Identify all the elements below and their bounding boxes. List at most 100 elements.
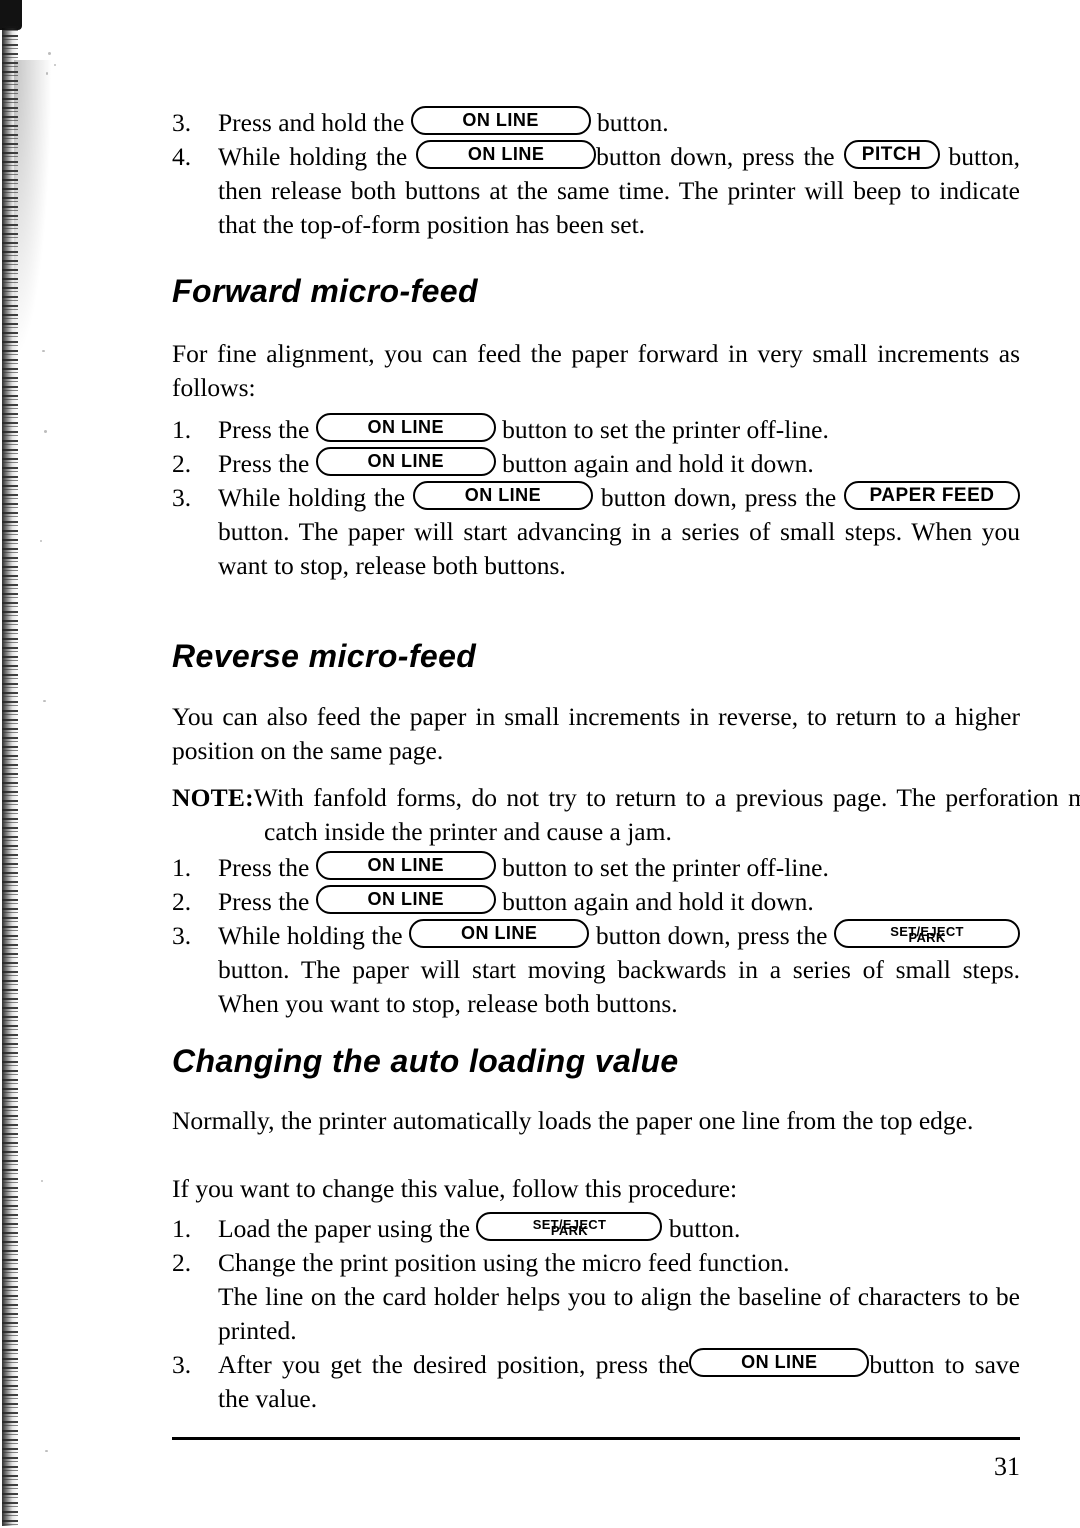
list-item-text: button again and hold it down. — [502, 887, 814, 916]
list-item: 3. After you get the desired position, p… — [172, 1348, 1020, 1416]
scan-fleck-artifact — [41, 1180, 43, 1182]
list-item-text: Press the — [218, 415, 310, 444]
scan-edge-shadow-artifact — [14, 60, 52, 360]
list-item-body: Press the ON LINE button again and hold … — [218, 885, 1020, 919]
on-line-key-button[interactable]: ON LINE — [416, 140, 597, 169]
list-item-body: After you get the desired position, pres… — [218, 1348, 1020, 1416]
pitch-key-button[interactable]: PITCH — [843, 140, 940, 169]
list-item-number: 2. — [172, 449, 192, 478]
list-item-text: button. The paper will start moving back… — [218, 955, 1020, 1018]
list-item-number: 3. — [172, 1350, 192, 1379]
on-line-key-label: ON LINE — [462, 110, 539, 130]
on-line-key-label: ON LINE — [460, 923, 538, 943]
set-eject-park-key-button[interactable]: SET/EJECT PARK — [476, 1212, 663, 1241]
list-item-text: While holding the — [218, 142, 408, 171]
list-item: 1. Press the ON LINE button to set the p… — [172, 413, 1020, 447]
list-item-text: While holding the — [218, 483, 406, 512]
pitch-key-label: PITCH — [861, 144, 922, 165]
on-line-key-button[interactable]: ON LINE — [315, 885, 496, 914]
list-item-text: button again and hold it down. — [502, 449, 814, 478]
list-item-text: button down, press the — [596, 142, 835, 171]
scan-fleck-artifact — [43, 700, 46, 702]
list-item-body: Change the print position using the micr… — [218, 1246, 1020, 1348]
scan-fleck-artifact — [45, 1450, 48, 1452]
reverse-steps-list: 1. Press the ON LINE button to set the p… — [172, 851, 1021, 1021]
on-line-key-button[interactable]: ON LINE — [410, 106, 591, 135]
on-line-key-button[interactable]: ON LINE — [315, 851, 496, 880]
list-item-body: Press and hold the ON LINE button. — [218, 106, 1020, 140]
scan-fleck-artifact — [40, 540, 42, 542]
list-item-text: Change the print position using the micr… — [218, 1248, 790, 1277]
on-line-key-button[interactable]: ON LINE — [412, 481, 593, 510]
list-item-number: 1. — [172, 415, 192, 444]
on-line-key-label: ON LINE — [464, 485, 542, 505]
list-item-body: Press the ON LINE button to set the prin… — [218, 851, 1020, 885]
list-item-text: button to set the printer off-line. — [502, 415, 829, 444]
list-item: 2. Change the print position using the m… — [172, 1246, 1020, 1348]
list-item-body: While holding the ON LINE button down, p… — [218, 919, 1021, 1021]
autoload-intro-paragraph-2: If you want to change this value, follow… — [172, 1174, 738, 1203]
list-item-number: 3. — [172, 108, 192, 137]
scan-fleck-artifact — [48, 52, 51, 55]
list-item-text: button. — [668, 1214, 741, 1243]
list-item-number: 4. — [172, 142, 192, 171]
list-item-text: button to set the printer off-line. — [502, 853, 829, 882]
top-continuation-list: 3. Press and hold the ON LINE button. 4.… — [172, 106, 1020, 242]
on-line-key-button[interactable]: ON LINE — [409, 919, 590, 948]
page-number: 31 — [994, 1452, 1020, 1481]
document-page: 3. Press and hold the ON LINE button. 4.… — [172, 0, 1080, 1528]
list-item-body: Load the paper using the SET/EJECT PARK b… — [218, 1212, 1020, 1246]
forward-steps-list: 1. Press the ON LINE button to set the p… — [172, 413, 1021, 583]
list-item-number: 3. — [172, 921, 192, 950]
scan-fleck-artifact — [46, 72, 48, 75]
list-item: 2. Press the ON LINE button again and ho… — [172, 447, 1020, 481]
park-key-label: PARK — [550, 1223, 588, 1238]
heading-changing-auto-loading-value: Changing the auto loading value — [172, 1043, 679, 1079]
list-item-text: Press the — [218, 853, 310, 882]
note-block: NOTE:With fanfold forms, do not try to r… — [172, 781, 1080, 849]
list-item-continuation-text: The line on the card holder helps you to… — [218, 1282, 1020, 1345]
list-item: 4. While holding the ON LINE button down,… — [172, 140, 1020, 242]
on-line-key-button[interactable]: ON LINE — [689, 1348, 870, 1377]
list-item-text: Press the — [218, 449, 310, 478]
footer-divider — [172, 1437, 1020, 1440]
heading-reverse-micro-feed: Reverse micro-feed — [172, 638, 477, 674]
note-label: NOTE: — [172, 783, 254, 812]
heading-forward-micro-feed: Forward micro-feed — [172, 273, 478, 309]
list-item-text: While holding the — [218, 921, 403, 950]
paper-feed-key-label: PAPER FEED — [869, 485, 995, 506]
list-item: 1. Press the ON LINE button to set the p… — [172, 851, 1020, 885]
list-item-text: button. The paper will start advancing i… — [218, 517, 1020, 580]
list-item: 3. While holding the ON LINE button down… — [172, 919, 1021, 1021]
list-item-number: 2. — [172, 887, 192, 916]
scan-fleck-artifact — [42, 350, 45, 352]
on-line-key-label: ON LINE — [367, 451, 444, 471]
list-item-text: Load the paper using the — [218, 1214, 471, 1243]
list-item-body: While holding the ON LINE button down, pr… — [218, 140, 1020, 242]
paper-feed-key-button[interactable]: PAPER FEED — [844, 481, 1021, 510]
on-line-key-button[interactable]: ON LINE — [315, 413, 496, 442]
park-key-label: PARK — [908, 930, 946, 945]
list-item-text: button down, press the — [595, 921, 828, 950]
list-item-text: Press the — [218, 887, 310, 916]
scan-fleck-artifact — [44, 430, 47, 433]
list-item-number: 3. — [172, 483, 192, 512]
on-line-key-button[interactable]: ON LINE — [315, 447, 496, 476]
autoload-intro-paragraph-1: Normally, the printer automatically load… — [172, 1106, 974, 1135]
list-item-text: button down, press the — [600, 483, 837, 512]
list-item-text: button. — [597, 108, 669, 137]
on-line-key-label: ON LINE — [367, 855, 444, 875]
list-item-text: Press and hold the — [218, 108, 405, 137]
on-line-key-label: ON LINE — [367, 417, 444, 437]
on-line-key-label: ON LINE — [367, 889, 444, 909]
on-line-key-label: ON LINE — [741, 1352, 818, 1372]
set-eject-park-key-button[interactable]: SET/EJECT PARK — [834, 919, 1021, 948]
list-item: 2. Press the ON LINE button again and ho… — [172, 885, 1020, 919]
list-item-number: 2. — [172, 1248, 192, 1277]
list-item-body: Press the ON LINE button again and hold … — [218, 447, 1020, 481]
autoload-steps-list: 1. Load the paper using the SET/EJECT PAR… — [172, 1212, 1020, 1416]
list-item-number: 1. — [172, 853, 192, 882]
list-item: 3. While holding the ON LINE button down… — [172, 481, 1021, 583]
on-line-key-label: ON LINE — [467, 144, 545, 164]
list-item-body: Press the ON LINE button to set the prin… — [218, 413, 1020, 447]
